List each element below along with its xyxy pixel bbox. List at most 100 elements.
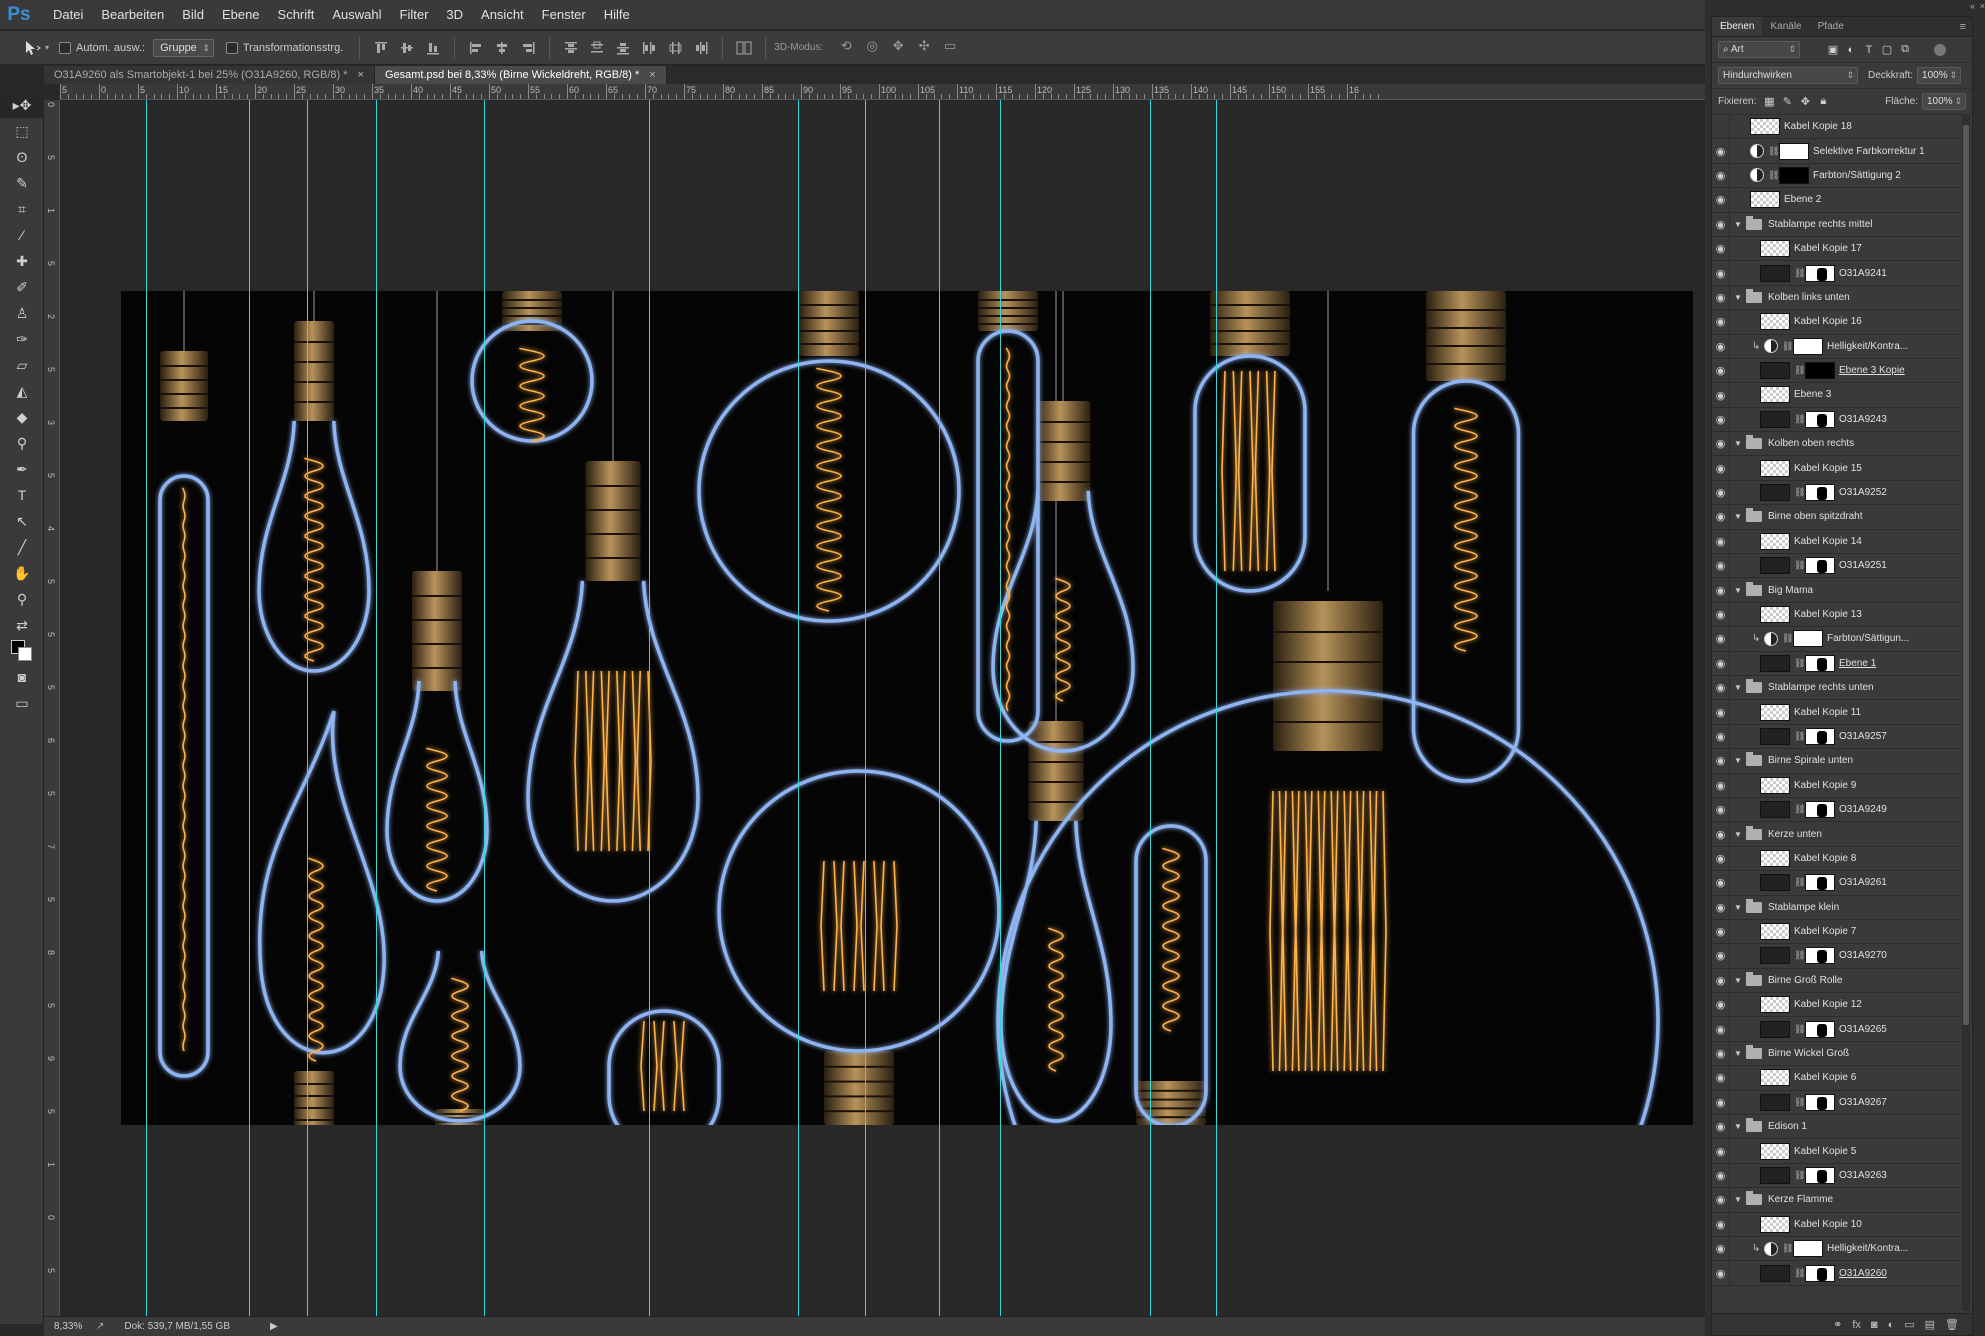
layer-row[interactable]: ◉ Kabel Kopie 13 [1712, 602, 1960, 628]
guide-line[interactable] [939, 100, 940, 1316]
visibility-eye-icon[interactable]: ◉ [1712, 846, 1730, 871]
visibility-eye-icon[interactable]: ◉ [1712, 968, 1730, 993]
align-vcenter-icon[interactable] [397, 38, 417, 58]
distribute-vcenter-icon[interactable] [587, 38, 607, 58]
layer-row[interactable]: ◉ Kabel Kopie 5 [1712, 1139, 1960, 1164]
menu-auswahl[interactable]: Auswahl [323, 0, 390, 30]
quick-select-tool-icon[interactable]: ✎ [0, 170, 44, 196]
layer-mask-thumbnail[interactable] [1805, 1093, 1835, 1111]
new-group-icon[interactable]: ▭ [1904, 1318, 1914, 1331]
brush-tool-icon[interactable]: ✐ [0, 274, 44, 300]
visibility-eye-icon[interactable]: ◉ [1712, 1187, 1730, 1212]
layer-mask-thumbnail[interactable] [1805, 654, 1835, 672]
visibility-eye-icon[interactable]: ◉ [1712, 1065, 1730, 1090]
lock-all-icon[interactable]: 🔒︎ [1816, 95, 1830, 109]
visibility-eye-icon[interactable]: ◉ [1712, 870, 1730, 895]
crop-tool-icon[interactable]: ⌗ [0, 196, 44, 222]
visibility-eye-icon[interactable]: ◉ [1712, 212, 1730, 237]
layer-mask-thumbnail[interactable] [1805, 1020, 1835, 1038]
visibility-eye-icon[interactable]: ◉ [1712, 1017, 1730, 1042]
layer-row[interactable]: ◉ Kabel Kopie 14 [1712, 529, 1960, 555]
expand-arrow-icon[interactable]: ▼ [1734, 830, 1744, 839]
close-panel-icon[interactable]: × [1980, 1, 1985, 11]
visibility-eye-icon[interactable]: ◉ [1712, 651, 1730, 676]
panel-tab-kanle[interactable]: Kanäle [1762, 17, 1809, 36]
expand-arrow-icon[interactable]: ▼ [1734, 512, 1744, 521]
eraser-tool-icon[interactable]: ▱ [0, 352, 44, 378]
visibility-eye-icon[interactable]: ◉ [1712, 724, 1730, 749]
lasso-tool-icon[interactable]: ʘ [0, 144, 44, 170]
layer-row[interactable]: ◉ ⛓ O31A9260 [1712, 1261, 1960, 1286]
layer-group-row[interactable]: ◉ ▼ Kolben links unten [1712, 285, 1960, 311]
color-swatches-icon[interactable] [0, 638, 44, 664]
layer-mask-thumbnail[interactable] [1779, 142, 1809, 160]
vertical-ruler[interactable]: 0 5 1 5 2 5 3 5 4 5 5 5 6 5 7 5 8 5 9 5 1 0 5 [44, 100, 60, 1316]
visibility-eye-icon[interactable]: ◉ [1712, 553, 1730, 578]
close-tab-icon[interactable]: × [358, 69, 364, 81]
visibility-eye-icon[interactable]: ◉ [1712, 383, 1730, 407]
3d-slide-icon[interactable]: ✣ [914, 38, 934, 58]
expand-arrow-icon[interactable]: ▼ [1734, 586, 1744, 595]
visibility-eye-icon[interactable]: ◉ [1712, 236, 1730, 261]
layer-mask-thumbnail[interactable] [1805, 874, 1835, 892]
menu-filter[interactable]: Filter [391, 0, 438, 30]
layer-row[interactable]: ◉ ↳ ⛓ Farbton/Sättigun... [1712, 626, 1960, 652]
distribute-top-icon[interactable] [561, 38, 581, 58]
layer-style-icon[interactable]: fx [1852, 1319, 1861, 1331]
status-menu-arrow-icon[interactable]: ▶ [270, 1321, 278, 1332]
transform-controls-checkbox[interactable]: Transformationsstrg. [225, 41, 343, 54]
layer-row[interactable]: ◉ ⛓ O31A9263 [1712, 1163, 1960, 1189]
3d-roll-icon[interactable]: ◎ [862, 38, 882, 58]
close-tab-icon[interactable]: × [649, 69, 655, 81]
expand-arrow-icon[interactable]: ▼ [1734, 683, 1744, 692]
layer-group-row[interactable]: ◉ ▼ Edison 1 [1712, 1114, 1960, 1140]
expand-arrow-icon[interactable]: ▼ [1734, 439, 1744, 448]
screen-mode-icon[interactable]: ▭ [0, 690, 44, 716]
guide-line[interactable] [1150, 100, 1151, 1316]
layer-row[interactable]: ◉ ⛓ Ebene 1 [1712, 651, 1960, 676]
layer-row[interactable]: ◉ Kabel Kopie 7 [1712, 919, 1960, 945]
3d-pan-icon[interactable]: ✥ [888, 38, 908, 58]
panel-tab-pfade[interactable]: Pfade [1810, 17, 1852, 36]
visibility-eye-icon[interactable]: ◉ [1712, 1236, 1730, 1261]
layer-group-row[interactable]: ◉ ▼ Kerze unten [1712, 822, 1960, 847]
visibility-eye-icon[interactable]: ◉ [1712, 358, 1730, 383]
distribute-hcenter-icon[interactable] [665, 38, 685, 58]
visibility-eye-icon[interactable]: ◉ [1712, 1163, 1730, 1188]
fill-tool-icon[interactable]: ◭ [0, 378, 44, 404]
layer-group-row[interactable]: ◉ ▼ Big Mama [1712, 578, 1960, 603]
visibility-eye-icon[interactable]: ◉ [1712, 992, 1730, 1017]
menu-bild[interactable]: Bild [173, 0, 213, 30]
visibility-eye-icon[interactable]: ◉ [1712, 822, 1730, 847]
layer-mask-thumbnail[interactable] [1805, 727, 1835, 745]
layer-group-row[interactable]: ◉ ▼ Stablampe rechts mittel [1712, 212, 1960, 237]
menu-schrift[interactable]: Schrift [269, 0, 324, 30]
guide-line[interactable] [484, 100, 485, 1316]
new-adjustment-icon[interactable]: ◐ [1888, 1319, 1895, 1331]
tool-preset-chevron-icon[interactable]: ▾ [45, 43, 49, 52]
visibility-eye-icon[interactable]: ◉ [1712, 943, 1730, 968]
guide-line[interactable] [249, 100, 250, 1316]
line-tool-icon[interactable]: ╱ [0, 534, 44, 560]
layer-mask-thumbnail[interactable] [1805, 801, 1835, 819]
panel-menu-icon[interactable]: ≡ [1954, 17, 1972, 36]
align-bottom-icon[interactable] [423, 38, 443, 58]
visibility-eye-icon[interactable]: ◉ [1712, 456, 1730, 481]
menu-datei[interactable]: Datei [44, 0, 92, 30]
visibility-eye-icon[interactable]: ◉ [1712, 748, 1730, 773]
visibility-eye-icon[interactable]: ◉ [1712, 1090, 1730, 1115]
layer-row[interactable]: ◉ ⛓ O31A9243 [1712, 407, 1960, 433]
filter-pixel-icon[interactable]: ▣ [1826, 43, 1840, 57]
menu-fenster[interactable]: Fenster [533, 0, 595, 30]
layer-group-row[interactable]: ◉ ▼ Kolben oben rechts [1712, 431, 1960, 457]
layer-mask-thumbnail[interactable] [1805, 1264, 1835, 1282]
dodge-tool-icon[interactable]: ⚲ [0, 430, 44, 456]
visibility-eye-icon[interactable]: ◉ [1712, 1261, 1730, 1286]
align-left-icon[interactable] [466, 38, 486, 58]
layer-row[interactable]: ◉ ⛓ O31A9261 [1712, 870, 1960, 896]
layer-mask-thumbnail[interactable] [1779, 166, 1809, 184]
document-image[interactable] [121, 291, 1693, 1125]
layer-row[interactable]: ◉ ⛓ O31A9241 [1712, 261, 1960, 286]
auto-align-icon[interactable] [734, 38, 754, 58]
visibility-eye-icon[interactable]: ◉ [1712, 1041, 1730, 1066]
